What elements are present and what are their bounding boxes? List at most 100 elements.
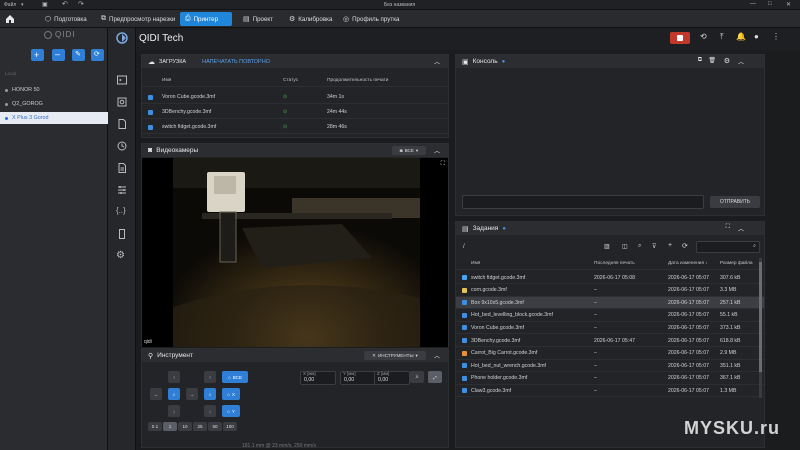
expand-icon[interactable]: ⛶: [726, 224, 730, 231]
minimize-icon[interactable]: —: [750, 1, 756, 7]
bell-icon[interactable]: 🔔: [736, 32, 746, 41]
step-button[interactable]: 100: [223, 422, 237, 431]
x-position-field[interactable]: X [мм] 0,00: [300, 371, 336, 385]
search-icon[interactable]: ⌕: [638, 243, 641, 250]
z-position-field[interactable]: Z [мм] 0,00: [374, 371, 410, 385]
home-y-button[interactable]: ⌂ Y: [222, 405, 240, 417]
tab-project[interactable]: ▤ Проект: [238, 12, 278, 26]
column-header[interactable]: Размер файла: [720, 261, 753, 266]
trash-icon[interactable]: 🗑: [708, 57, 716, 64]
table-row[interactable]: corn.gcode.3mf – 2026-06-17 05:07 3.3 MB: [456, 285, 764, 297]
home-z-button[interactable]: ⌂: [204, 388, 216, 400]
column-header[interactable]: Последняя печать: [594, 261, 635, 266]
tools-dropdown[interactable]: ✕ ИНСТРУМЕНТЫ ▾: [364, 351, 426, 360]
chevron-up-icon[interactable]: ︿: [738, 57, 744, 66]
help-circle-icon[interactable]: ●: [502, 226, 506, 232]
device-item[interactable]: Q2_GOROG: [0, 98, 108, 110]
expand-button[interactable]: ⤢: [428, 371, 442, 383]
file-menu[interactable]: Файл: [4, 2, 16, 8]
table-row[interactable]: Voron Cube.gcode.3mf ⊙ 34m 1s: [142, 91, 448, 104]
gear-icon[interactable]: ⚙: [724, 57, 730, 65]
edit-printer-button[interactable]: ✎: [72, 49, 85, 61]
tab-preview[interactable]: ⧉ Предпросмотр нарезки: [96, 12, 180, 26]
document-icon[interactable]: [116, 162, 128, 174]
jog-x-minus-button[interactable]: ←: [150, 388, 162, 400]
scrollbar-thumb[interactable]: [759, 262, 762, 372]
file-icon[interactable]: [116, 118, 128, 130]
jog-z-plus-button[interactable]: ↑: [204, 371, 216, 383]
table-row[interactable]: Phone holder.gcode.3mf – 2026-06-17 05:07 3…: [456, 373, 764, 385]
add-icon[interactable]: +: [668, 242, 672, 249]
device-item-selected[interactable]: X Plus 3 Gorod: [0, 112, 108, 124]
jobs-search-input[interactable]: ⌕: [696, 241, 760, 253]
step-button[interactable]: 25: [193, 422, 207, 431]
table-row[interactable]: Carrot_Big Carrot.gcode.3mf – 2026-06-17 0…: [456, 348, 764, 360]
tab-calibration[interactable]: ⚙ Калибровка: [284, 12, 337, 26]
step-button[interactable]: 10: [178, 422, 192, 431]
camera-filter-dropdown[interactable]: ◙ ВСЕ ▾: [392, 146, 426, 155]
filter-icon[interactable]: ⊽: [652, 243, 656, 250]
motors-off-button[interactable]: ⅄: [410, 371, 424, 383]
more-vertical-icon[interactable]: ⋮: [772, 32, 780, 41]
step-button[interactable]: 0.1: [148, 422, 162, 431]
column-header[interactable]: Имя: [471, 261, 480, 266]
table-row[interactable]: switch fidget.gcode.3mf ⊙ 28m 46s: [142, 121, 448, 134]
chevron-down-icon[interactable]: ▾: [21, 2, 24, 8]
chevron-up-icon[interactable]: ︿: [738, 224, 744, 233]
chevron-up-icon[interactable]: ︿: [434, 146, 440, 155]
sd-card-icon[interactable]: ▥: [604, 243, 610, 250]
webcam-icon[interactable]: [116, 96, 128, 108]
settings-gear-icon[interactable]: ⚙: [116, 250, 128, 262]
y-position-field[interactable]: Y [мм] 0,00: [340, 371, 376, 385]
chevron-up-icon[interactable]: ︿: [434, 351, 440, 360]
jog-x-plus-button[interactable]: →: [186, 388, 198, 400]
copy-icon[interactable]: ⧉: [698, 57, 702, 64]
table-row[interactable]: Box 9x10x5.gcode.3mf – 2026-06-17 05:07 257…: [456, 297, 764, 310]
code-braces-icon[interactable]: {..}: [116, 206, 128, 218]
maximize-icon[interactable]: □: [768, 1, 772, 7]
tab-printer[interactable]: ⎙ Принтер: [180, 12, 232, 26]
device-item[interactable]: HONOR 50: [0, 84, 108, 96]
fullscreen-icon[interactable]: ⛶: [441, 161, 445, 168]
console-command-input[interactable]: [462, 195, 704, 209]
jog-z-minus-button[interactable]: ↓: [204, 405, 216, 417]
table-row[interactable]: 3DBenchy.gcode.3mf 2026-06-17 05:47 2026-0…: [456, 335, 764, 347]
chevron-up-icon[interactable]: ︿: [434, 57, 440, 66]
column-header[interactable]: Статус: [283, 78, 298, 83]
redo-icon[interactable]: ↷: [78, 0, 84, 8]
undo-icon[interactable]: ↶: [62, 0, 68, 8]
restart-icon[interactable]: ⟲: [700, 32, 707, 41]
emergency-stop-button[interactable]: [670, 32, 690, 44]
home-all-button[interactable]: ⌂ ВСЕ: [222, 371, 248, 383]
upload-icon[interactable]: ⤒: [720, 32, 724, 42]
column-header[interactable]: Продолжительность печати: [327, 78, 388, 83]
tab-reprint[interactable]: НАПЕЧАТАТЬ ПОВТОРНО: [202, 59, 270, 65]
tab-prepare[interactable]: ⬡ Подготовка: [40, 12, 92, 26]
save-icon[interactable]: ▣: [42, 1, 48, 8]
jog-y-minus-button[interactable]: ↓: [168, 405, 180, 417]
home-icon[interactable]: [4, 13, 16, 25]
jog-y-plus-button[interactable]: ↑: [168, 371, 180, 383]
refresh-icon[interactable]: ⟳: [682, 242, 688, 250]
table-row[interactable]: 3DBenchy.gcode.3mf ⊙ 24m 44s: [142, 106, 448, 119]
table-row[interactable]: Hot_bed_nut_wrench.gcode.3mf – 2026-06-17 …: [456, 360, 764, 373]
device-icon[interactable]: [116, 228, 128, 240]
home-xy-button[interactable]: ⌂: [168, 388, 180, 400]
refresh-button[interactable]: ⟳: [91, 49, 104, 61]
step-button[interactable]: 50: [208, 422, 222, 431]
column-header[interactable]: Имя: [162, 78, 171, 83]
terminal-icon[interactable]: [116, 74, 128, 86]
close-icon[interactable]: ✕: [786, 1, 791, 8]
remove-printer-button[interactable]: –: [52, 49, 65, 61]
add-printer-button[interactable]: +: [31, 49, 44, 61]
sliders-icon[interactable]: [116, 184, 128, 196]
table-row[interactable]: Claw3.gcode.3mf – 2026-06-17 05:07 1.3 MB: [456, 385, 764, 398]
table-row[interactable]: Voron Cube.gcode.3mf – 2026-06-17 05:07 373…: [456, 322, 764, 335]
history-icon[interactable]: [116, 140, 128, 152]
scrollbar[interactable]: [759, 258, 762, 398]
tab-upload[interactable]: ЗАГРУЗКА: [159, 59, 186, 65]
user-icon[interactable]: ●: [754, 32, 759, 41]
help-circle-icon[interactable]: ●: [502, 59, 506, 65]
column-header[interactable]: Дата изменения ↓: [668, 261, 708, 266]
home-x-button[interactable]: ⌂ X: [222, 388, 240, 400]
